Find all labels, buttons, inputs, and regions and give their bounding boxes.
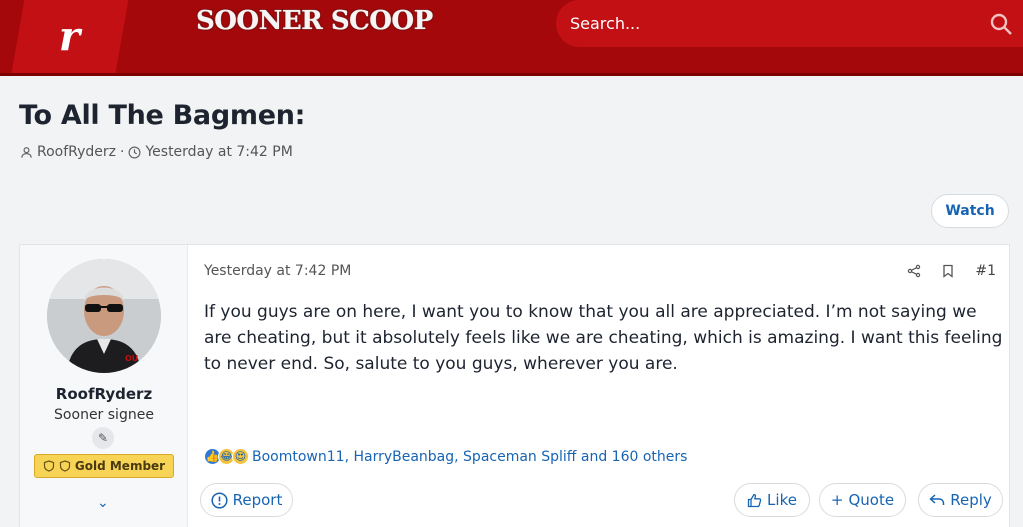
report-label: Report (232, 491, 283, 509)
post-message: If you guys are on here, I want you to k… (204, 302, 1003, 374)
reactions-bar[interactable]: 👍 😂 😍 Boomtown11, HarryBeanbag, Spaceman… (204, 448, 687, 465)
user-title: Sooner signee (54, 407, 154, 423)
site-header: r SOONER SCOOP Search... (0, 0, 1023, 76)
badge-label: Gold Member (74, 459, 166, 473)
avatar[interactable]: OU (47, 259, 161, 373)
plus-icon: + (830, 491, 844, 509)
thread-title: To All The Bagmen: (19, 100, 306, 131)
search-icon[interactable] (989, 12, 1013, 36)
svg-text:OU: OU (125, 354, 138, 363)
thread-meta: RoofRyderz · Yesterday at 7:42 PM (20, 144, 293, 160)
quote-button[interactable]: + Quote (819, 483, 906, 517)
clock-icon (128, 146, 141, 158)
shield-icon (59, 460, 70, 472)
post-user-column: OU RoofRyderz Sooner signee ✎ Gold Membe… (20, 245, 188, 527)
like-button[interactable]: Like (734, 483, 810, 517)
search-box[interactable]: Search... (556, 0, 1023, 47)
gold-member-badge: Gold Member (34, 454, 174, 478)
watch-button[interactable]: Watch (931, 194, 1009, 228)
thread-time-link[interactable]: Yesterday at 7:42 PM (145, 144, 292, 160)
site-name[interactable]: SOONER SCOOP (196, 6, 433, 36)
avatar-image: OU (47, 259, 161, 373)
reply-label: Reply (950, 491, 992, 509)
like-label: Like (767, 491, 797, 509)
post-tools: #1 (907, 263, 996, 279)
alert-icon (211, 491, 228, 509)
love-reaction-icon: 😍 (232, 448, 249, 465)
post: OU RoofRyderz Sooner signee ✎ Gold Membe… (19, 244, 1010, 527)
shield-icon (43, 460, 54, 472)
search-input[interactable]: Search... (570, 14, 640, 33)
report-button[interactable]: Report (200, 483, 293, 517)
bookmark-icon[interactable] (941, 264, 955, 278)
post-username[interactable]: RoofRyderz (20, 385, 188, 403)
thumbs-up-icon (747, 493, 762, 507)
reply-arrow-icon (929, 494, 945, 505)
thread-author-link[interactable]: RoofRyderz (37, 144, 116, 160)
quote-label: Quote (848, 491, 895, 509)
chevron-down-icon[interactable]: ⌄ (97, 495, 109, 511)
post-number[interactable]: #1 (975, 263, 996, 279)
site-logo[interactable]: r (10, 0, 130, 73)
user-icon (21, 146, 32, 158)
post-body: Yesterday at 7:42 PM #1 If you guys are … (188, 245, 1010, 527)
reaction-icons: 👍 😂 😍 (204, 448, 249, 465)
reactions-list[interactable]: Boomtown11, HarryBeanbag, Spaceman Splif… (252, 449, 687, 465)
meta-separator: · (120, 144, 125, 160)
share-icon[interactable] (907, 264, 921, 278)
reply-button[interactable]: Reply (918, 483, 1003, 517)
logo-letter: r (59, 12, 81, 60)
user-status-icon: ✎ (92, 427, 114, 449)
post-date[interactable]: Yesterday at 7:42 PM (204, 263, 351, 279)
